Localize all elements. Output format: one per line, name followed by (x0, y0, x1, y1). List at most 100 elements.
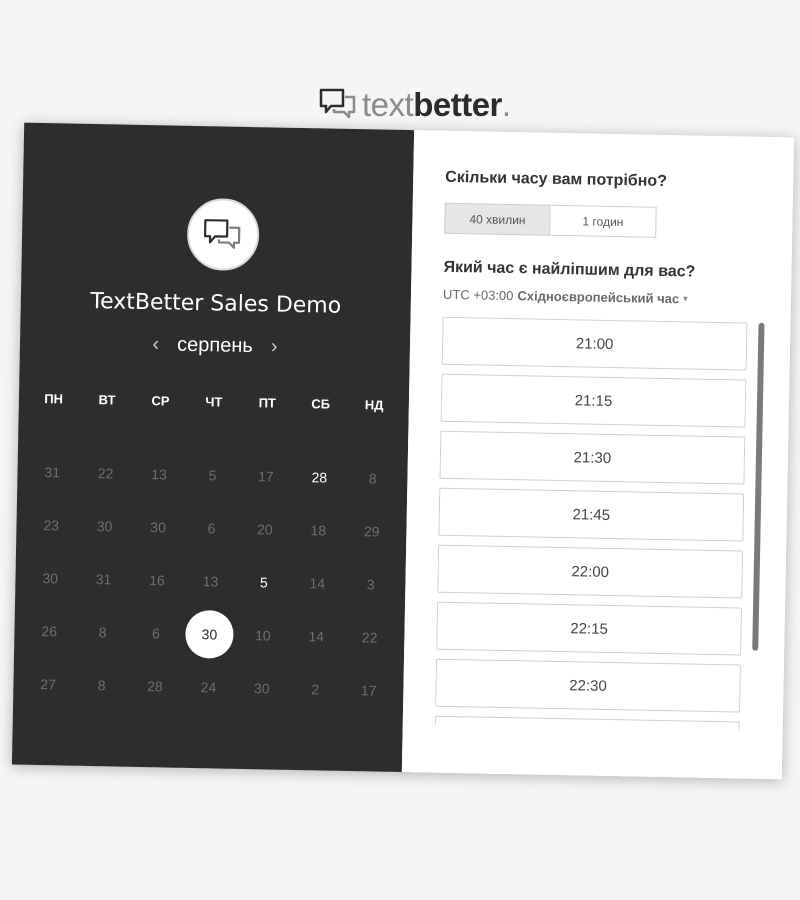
duration-question: Скільки часу вам потрібно? (445, 168, 668, 191)
calendar-day-number: 24 (200, 678, 217, 695)
calendar-day-number: 29 (363, 522, 380, 540)
calendar-day: 28 (128, 659, 182, 713)
time-slot-list: 21:00 21:15 21:30 21:45 22:00 22:15 22:3… (434, 316, 748, 731)
calendar-day-number: 17 (257, 467, 274, 485)
logo-text-dark: better (413, 85, 502, 123)
calendar-day: 27 (21, 657, 75, 711)
calendar-day: 31 (25, 445, 79, 499)
calendar-day: 23 (24, 498, 78, 552)
calendar-day-number: 26 (41, 622, 58, 639)
calendar-day-number: 17 (360, 681, 377, 699)
calendar-day: 8 (346, 451, 400, 505)
calendar-day: 8 (74, 658, 128, 712)
calendar-day-number: 8 (98, 623, 107, 640)
calendar-day: 30 (235, 661, 289, 715)
logo-text-light: text (362, 85, 414, 123)
calendar-day: 10 (236, 608, 290, 662)
calendar-day: 3 (344, 557, 398, 611)
calendar-day: 13 (183, 554, 237, 608)
time-slot-button[interactable]: 21:00 (441, 316, 748, 371)
calendar-day: 22 (342, 610, 396, 664)
calendar-day: 30 (23, 551, 77, 605)
weekday-label: НД (364, 397, 384, 413)
event-avatar (186, 197, 260, 272)
calendar-day-number: 30 (42, 569, 59, 586)
time-question: Який час є найліпшим для вас? (443, 258, 696, 281)
scheduling-widget: TextBetter Sales Demo ‹ серпень › ПН ВТ … (11, 122, 795, 780)
calendar-day-number: 30 (253, 679, 270, 696)
timezone-offset: UTC +03:00 (442, 286, 514, 304)
calendar-day-number: 31 (44, 463, 61, 480)
calendar-day-number: 14 (309, 574, 326, 592)
timezone-selector[interactable]: UTC +03:00 Східноєвропейський час ▾ (443, 287, 688, 307)
calendar-day-number: 31 (95, 570, 112, 587)
weekday-label: СБ (311, 396, 331, 412)
weekday-label: СР (151, 393, 170, 409)
calendar-day-number: 13 (202, 572, 219, 589)
time-slot-button[interactable]: 21:30 (439, 430, 746, 485)
prev-month-button[interactable]: ‹ (148, 333, 163, 356)
calendar-day: 22 (78, 446, 132, 500)
duration-selector: 40 хвилин 1 годин (444, 202, 657, 238)
chat-bubbles-icon (203, 219, 241, 249)
calendar-day-number: 22 (97, 464, 114, 481)
calendar-day-number: 2 (311, 680, 320, 697)
calendar-day: 26 (22, 604, 76, 658)
calendar-day-number: 10 (254, 626, 271, 643)
time-slot-button[interactable] (434, 715, 740, 731)
month-label: серпень (176, 333, 254, 358)
weekday-label: ПТ (258, 395, 277, 411)
calendar-day-number: 5 (208, 466, 217, 483)
calendar-day: 29 (345, 504, 399, 558)
calendar-day-number: 18 (310, 521, 327, 539)
calendar-day-number: 13 (151, 465, 168, 482)
calendar-day: 5 (185, 448, 239, 502)
calendar-day: 16 (130, 553, 184, 607)
calendar-day: 20 (238, 502, 292, 556)
calendar-day: 30 (77, 499, 131, 553)
calendar-day-number: 27 (40, 675, 57, 692)
calendar-day: 6 (129, 606, 183, 660)
calendar-day: 13 (132, 447, 186, 501)
calendar-day-number: 28 (311, 468, 328, 486)
calendar-day: 14 (289, 609, 343, 663)
calendar-day-number: 28 (147, 677, 163, 694)
time-slot-button[interactable]: 21:15 (440, 373, 747, 428)
event-title: TextBetter Sales Demo (90, 288, 342, 319)
time-slot-button[interactable]: 21:45 (438, 487, 745, 542)
booking-panel: Скільки часу вам потрібно? 40 хвилин 1 г… (401, 130, 795, 780)
chat-bubbles-icon (319, 88, 356, 119)
duration-40-min-button[interactable]: 40 хвилин (444, 202, 551, 236)
calendar-day-number: 20 (256, 520, 273, 538)
calendar-day-selected[interactable]: 30 (182, 607, 236, 661)
time-slot-button[interactable]: 22:00 (437, 544, 744, 599)
calendar-day: 18 (291, 503, 345, 557)
calendar-panel: TextBetter Sales Demo ‹ серпень › ПН ВТ … (11, 122, 415, 773)
calendar-day[interactable]: 5 (237, 555, 291, 609)
textbetter-logo: textbetter. (318, 84, 511, 124)
calendar-day: 17 (341, 663, 395, 717)
calendar-days-grid: 31 22 13 5 17 28 8 23 30 30 6 20 18 29 30 31 16 13 5 14 3 26 8… (21, 445, 400, 717)
weekday-label: ЧТ (205, 394, 223, 410)
timezone-name: Східноєвропейський час (517, 288, 680, 307)
weekday-label: ПН (44, 391, 64, 407)
chevron-down-icon: ▾ (683, 293, 688, 304)
next-month-button[interactable]: › (267, 335, 282, 358)
calendar-day: 31 (76, 552, 130, 606)
calendar-day: 30 (131, 500, 185, 554)
duration-1-hour-button[interactable]: 1 годин (550, 204, 657, 238)
weekday-label: ВТ (98, 392, 116, 408)
calendar-day-number: 22 (361, 628, 378, 646)
calendar-day[interactable]: 28 (292, 450, 346, 504)
slot-list-scrollbar[interactable] (752, 322, 765, 651)
calendar-day-number: 5 (259, 573, 268, 590)
calendar-day-number: 23 (43, 516, 60, 533)
time-slot-button[interactable]: 22:15 (436, 601, 743, 656)
calendar-day-number: 3 (366, 575, 375, 592)
calendar-day-number: 16 (149, 571, 165, 588)
calendar-day-number: 6 (151, 624, 161, 641)
calendar-day: 8 (75, 605, 129, 659)
time-slot-button[interactable]: 22:30 (435, 658, 741, 713)
calendar-day-number: 30 (184, 609, 234, 659)
calendar-day-number: 8 (368, 469, 377, 486)
